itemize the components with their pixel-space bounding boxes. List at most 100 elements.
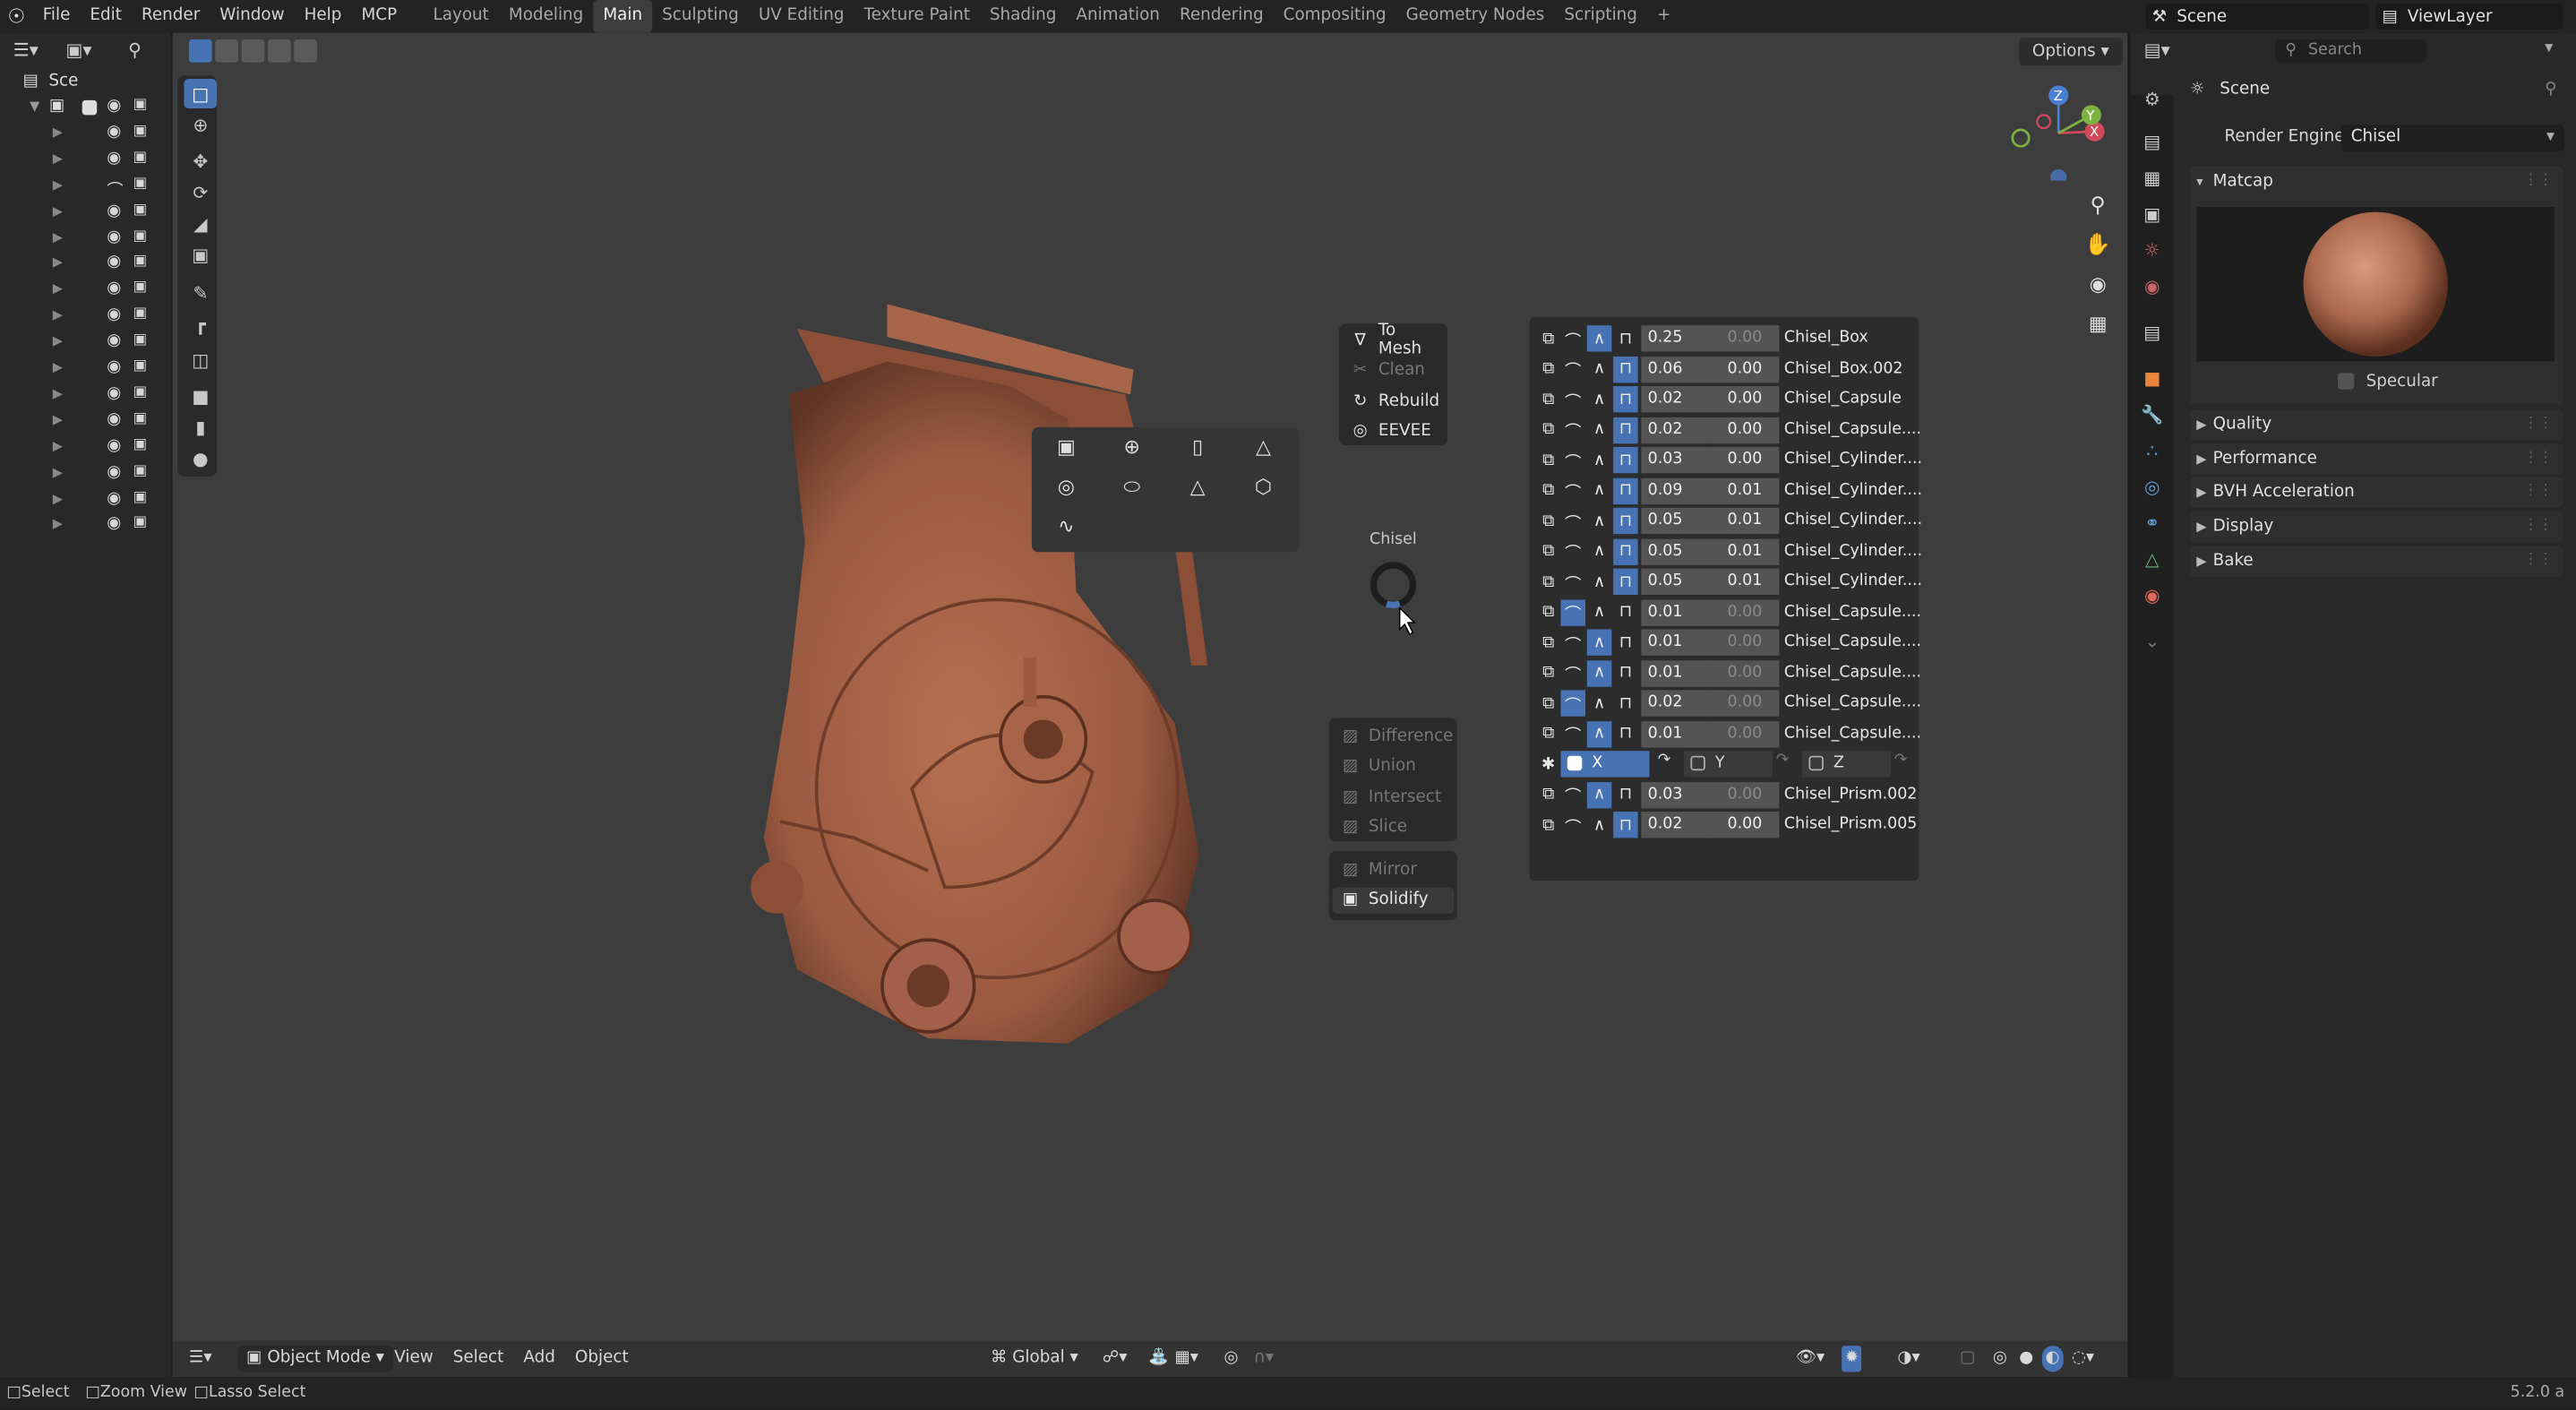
- cursor-tool-icon[interactable]: ⊕: [184, 110, 217, 140]
- smooth-blend-icon[interactable]: ⌒: [1560, 569, 1585, 595]
- collection-checkbox[interactable]: [82, 99, 98, 116]
- visibility-eye-icon[interactable]: ◉: [107, 150, 121, 168]
- select-invert-icon[interactable]: [267, 39, 291, 63]
- blend-radius-field[interactable]: 0.02: [1641, 812, 1711, 838]
- blend-radius-field[interactable]: 0.01: [1641, 598, 1711, 625]
- panel-bvh-acceleration[interactable]: ▶ BVH Acceleration ⋮⋮: [2189, 477, 2563, 509]
- workspace-tab-layout[interactable]: Layout: [424, 0, 499, 33]
- render-camera-icon[interactable]: ▣: [133, 515, 148, 531]
- workspace-tab-modeling[interactable]: Modeling: [499, 0, 593, 33]
- camera-view-icon[interactable]: ◉: [2078, 272, 2117, 312]
- render-camera-icon[interactable]: ▣: [133, 254, 148, 270]
- smooth-blend-icon[interactable]: ⌒: [1560, 781, 1585, 807]
- smooth-blend-icon[interactable]: ⌒: [1560, 659, 1585, 685]
- offset-field[interactable]: 0.00: [1710, 781, 1780, 808]
- mirror-z-flip-icon[interactable]: ↷: [1894, 751, 1908, 769]
- smooth-blend-icon[interactable]: ⌒: [1560, 325, 1585, 351]
- sharp-blend-icon[interactable]: ∧: [1586, 659, 1612, 686]
- render-camera-icon[interactable]: ▣: [133, 410, 148, 426]
- sharp-blend-icon[interactable]: ∧: [1587, 599, 1612, 625]
- visibility-eye-icon[interactable]: ◉: [107, 489, 121, 507]
- primitive-cylinder-icon[interactable]: ▯: [1172, 429, 1224, 465]
- outliner-row[interactable]: ▶ ⌒ ▣: [0, 176, 171, 201]
- snap-icon[interactable]: ⛲: [1148, 1346, 1169, 1371]
- menu-edit[interactable]: Edit: [80, 0, 132, 33]
- scene-tab-icon[interactable]: ☼: [2139, 236, 2165, 262]
- primitive-box-icon[interactable]: ▣: [1040, 429, 1093, 465]
- expand-arrow-icon[interactable]: ▶: [53, 125, 63, 140]
- pie-rebuild-button[interactable]: ↻ Rebuild: [1343, 388, 1445, 414]
- primitive-curve-icon[interactable]: ∿: [1040, 508, 1093, 544]
- visibility-eye-icon[interactable]: ◉: [107, 384, 121, 402]
- outliner-row[interactable]: ▣ ▼ ◉ ▣: [0, 97, 171, 122]
- outliner-row[interactable]: ▶ ◉ ▣: [0, 515, 171, 540]
- sharp-blend-icon[interactable]: ∧: [1586, 629, 1612, 656]
- offset-field[interactable]: 0.00: [1710, 629, 1780, 656]
- sharp-blend-icon[interactable]: ∧: [1587, 508, 1612, 534]
- blend-radius-field[interactable]: 0.01: [1641, 720, 1711, 747]
- offset-field[interactable]: 0.01: [1710, 477, 1780, 504]
- blend-radius-field[interactable]: 0.03: [1641, 446, 1711, 474]
- expand-arrow-icon[interactable]: ▶: [53, 255, 63, 271]
- primitive-cone-icon[interactable]: △: [1237, 429, 1290, 465]
- visibility-eye-icon[interactable]: ◉: [107, 410, 121, 428]
- blend-radius-field[interactable]: 0.05: [1641, 537, 1711, 565]
- visibility-eye-icon[interactable]: ◉: [107, 254, 121, 271]
- orientation-selector[interactable]: ⌘ Global ▾: [991, 1346, 1078, 1371]
- menu-render[interactable]: Render: [132, 0, 210, 33]
- outliner-row[interactable]: ▶ ◉ ▣: [0, 279, 171, 305]
- workspace-tab-sculpting[interactable]: Sculpting: [652, 0, 749, 33]
- chisel-list-row[interactable]: ⧉ ⌒ ∧ ⊓ 0.01 0.00 Chisel_Capsule....: [1536, 628, 1921, 658]
- blend-radius-field[interactable]: 0.05: [1641, 507, 1711, 535]
- offset-field[interactable]: 0.00: [1710, 659, 1780, 686]
- chisel-tool-icon[interactable]: ■: [184, 382, 217, 411]
- expand-arrow-icon[interactable]: ▶: [53, 360, 63, 375]
- chamfer-blend-icon[interactable]: ⊓: [1613, 629, 1638, 655]
- add-workspace-button[interactable]: +: [1647, 0, 1680, 33]
- blend-radius-field[interactable]: 0.01: [1641, 659, 1711, 686]
- chamfer-blend-icon[interactable]: ⊓: [1613, 325, 1638, 351]
- render-camera-icon[interactable]: ▣: [133, 123, 148, 139]
- blend-radius-field[interactable]: 0.02: [1641, 416, 1711, 443]
- smooth-blend-icon[interactable]: ⌒: [1560, 690, 1585, 717]
- panel-bake[interactable]: ▶ Bake ⋮⋮: [2189, 545, 2563, 577]
- select-box-tool-icon[interactable]: □: [184, 79, 218, 109]
- properties-search[interactable]: ⚲ Search: [2275, 39, 2427, 63]
- specular-checkbox[interactable]: Specular: [2338, 373, 2438, 391]
- constraints-tab-icon[interactable]: ⚭: [2139, 510, 2165, 536]
- viewport-menu-view[interactable]: View: [394, 1346, 434, 1371]
- blend-radius-field[interactable]: 0.02: [1641, 386, 1711, 413]
- mirror-y-flip-icon[interactable]: ↷: [1776, 751, 1790, 769]
- visibility-eye-icon[interactable]: ◉: [107, 202, 121, 219]
- pie-intersect-button[interactable]: ▨ Intersect: [1333, 784, 1455, 810]
- render-camera-icon[interactable]: ▣: [133, 489, 148, 505]
- outliner-row[interactable]: ▶ ◉ ▣: [0, 358, 171, 383]
- mirror-y-checkbox[interactable]: [1690, 755, 1705, 771]
- data-tab-icon[interactable]: △: [2139, 546, 2165, 572]
- smooth-blend-icon[interactable]: ⌒: [1560, 508, 1585, 534]
- primitive-sphere-icon[interactable]: ⊕: [1105, 429, 1158, 465]
- material-tab-icon[interactable]: ◉: [2139, 581, 2165, 607]
- properties-editor-type-icon[interactable]: ▤▾: [2144, 39, 2170, 61]
- sculpted-model[interactable]: [731, 296, 1224, 1068]
- mirror-z-checkbox[interactable]: [1808, 755, 1824, 771]
- outliner-scene-row[interactable]: ▤ Sce: [23, 73, 79, 90]
- outliner-row[interactable]: ▶ ◉ ▣: [0, 306, 171, 331]
- chisel-list-row[interactable]: ⧉ ⌒ ∧ ⊓ 0.03 0.00 Chisel_Cylinder....: [1536, 445, 1922, 475]
- offset-field[interactable]: 0.01: [1710, 507, 1780, 535]
- expand-arrow-icon[interactable]: ▶: [53, 150, 63, 166]
- render-camera-icon[interactable]: ▣: [133, 306, 148, 322]
- chisel-list-row[interactable]: ⧉ ⌒ ∧ ⊓ 0.01 0.00 Chisel_Capsule....: [1536, 598, 1921, 627]
- navigation-gizmo[interactable]: Z X Y: [2009, 79, 2111, 181]
- smooth-blend-icon[interactable]: ⌒: [1560, 720, 1585, 746]
- outliner-row[interactable]: ▶ ◉ ▣: [0, 254, 171, 279]
- sharp-blend-icon[interactable]: ∧: [1586, 781, 1612, 808]
- chisel-list-row[interactable]: ⧉ ⌒ ∧ ⊓ 0.25 0.00 Chisel_Box: [1536, 323, 1914, 353]
- smooth-blend-icon[interactable]: ⌒: [1560, 629, 1585, 655]
- modifier-tab-icon[interactable]: 🔧: [2139, 401, 2165, 427]
- pie-to-mesh-button[interactable]: ∇ To Mesh: [1343, 322, 1445, 358]
- gizmo-toggle-icon[interactable]: ✹: [1842, 1346, 1862, 1372]
- physics-tab-icon[interactable]: ◎: [2139, 473, 2165, 499]
- offset-field[interactable]: 0.00: [1710, 416, 1780, 443]
- sharp-blend-icon[interactable]: ∧: [1587, 812, 1612, 838]
